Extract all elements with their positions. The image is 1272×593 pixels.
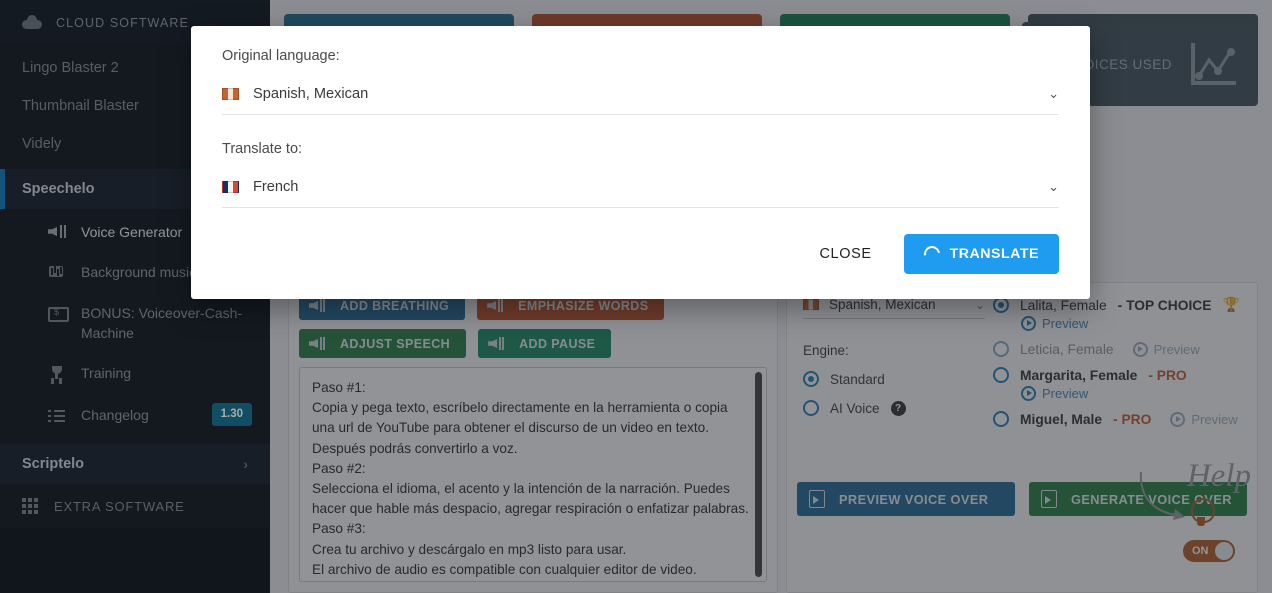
translate-to-select[interactable]: French ⌄ [222, 179, 1059, 208]
modal-actions: CLOSE TRANSLATE [222, 234, 1059, 274]
chevron-down-icon: ⌄ [1048, 179, 1059, 194]
flag-france-icon [222, 181, 239, 193]
app-root: CLOUD SOFTWARE Lingo Blaster 2 Thumbnail… [0, 0, 1272, 593]
translate-modal: Original language: Spanish, Mexican ⌄ Tr… [191, 26, 1090, 299]
chevron-down-icon: ⌄ [1048, 86, 1059, 101]
translate-button[interactable]: TRANSLATE [903, 234, 1059, 274]
button-label: TRANSLATE [949, 246, 1039, 262]
original-language-select[interactable]: Spanish, Mexican ⌄ [222, 86, 1059, 115]
spinner-icon [920, 242, 943, 266]
translate-to-value: French [253, 179, 299, 195]
close-button[interactable]: CLOSE [813, 238, 877, 270]
original-language-label: Original language: [222, 48, 340, 64]
original-language-value: Spanish, Mexican [253, 86, 369, 102]
flag-mexico-icon [222, 88, 239, 100]
translate-to-label: Translate to: [222, 141, 303, 157]
